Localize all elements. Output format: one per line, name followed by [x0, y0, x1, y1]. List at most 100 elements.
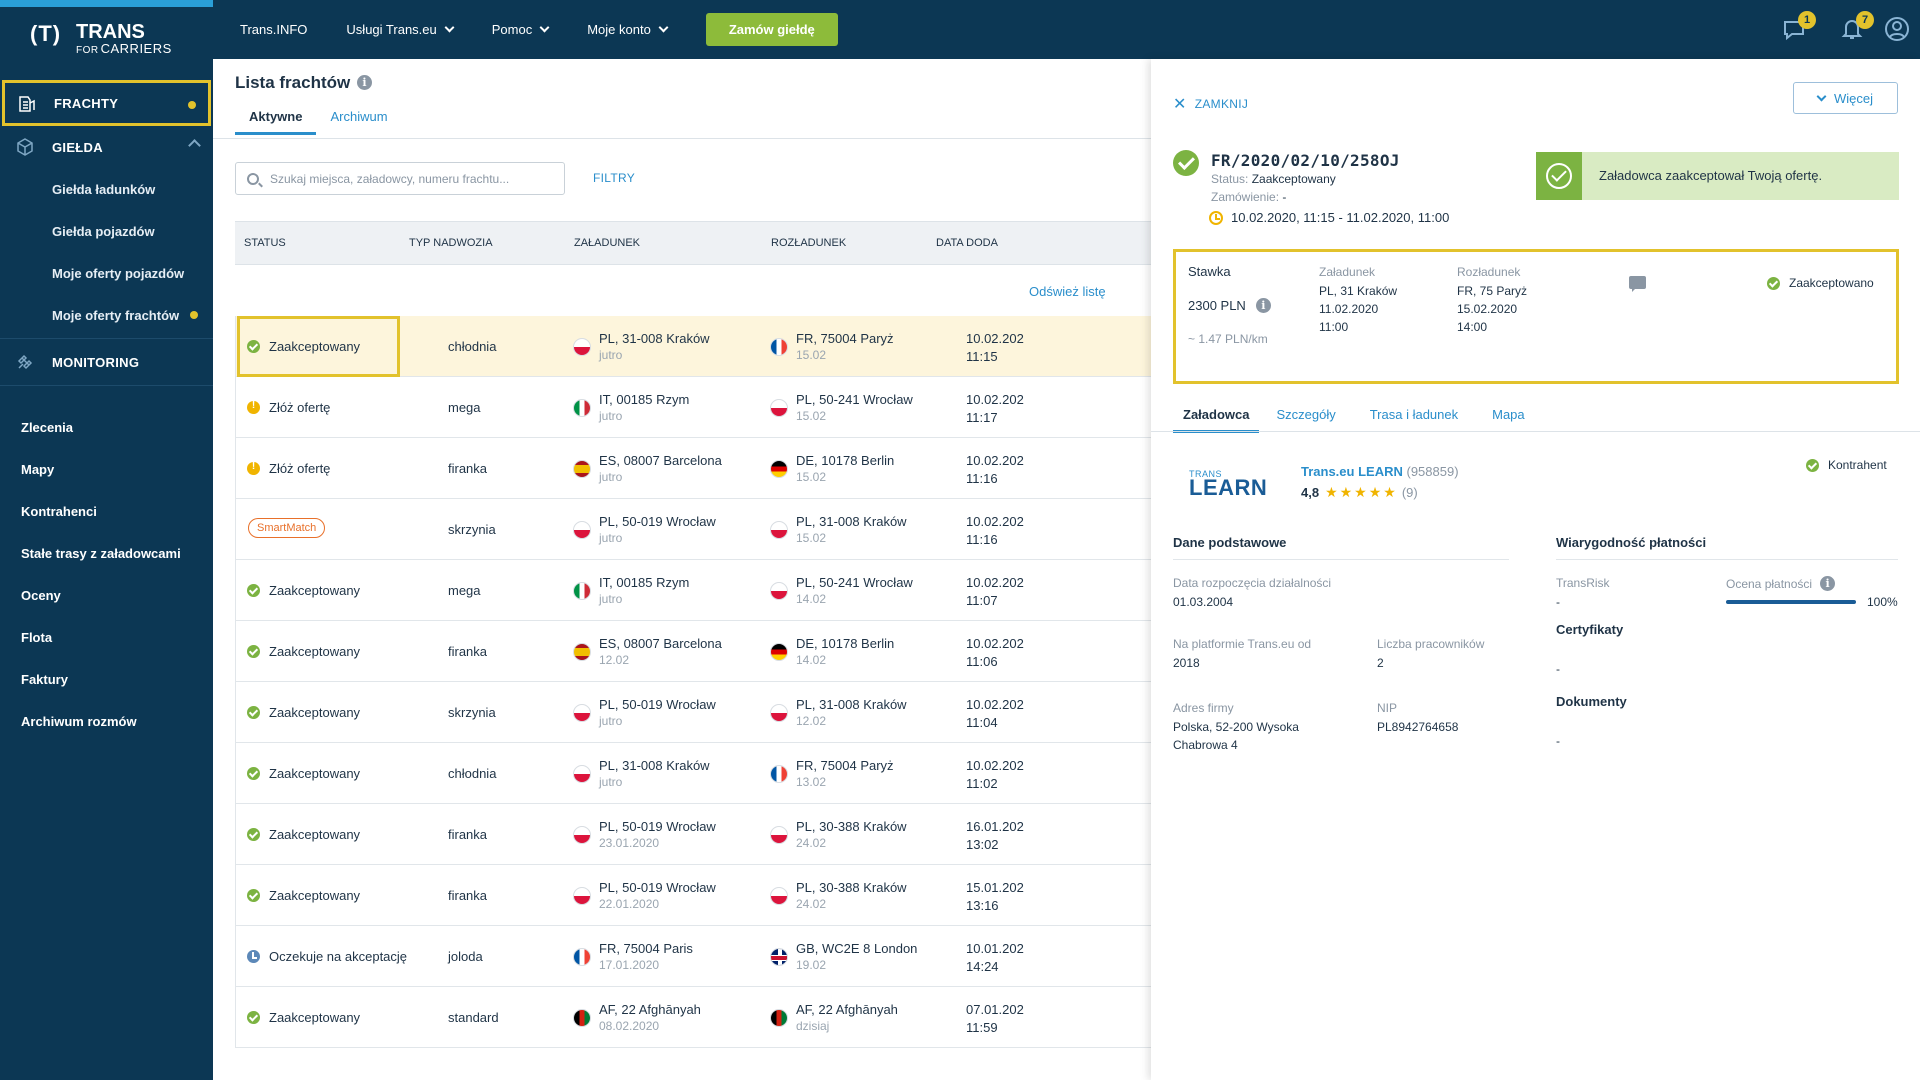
user-avatar-icon[interactable]	[1884, 16, 1910, 42]
topnav-pomoc[interactable]: Pomoc	[492, 22, 550, 37]
loading-cell: PL, 31-008 Kraków jutro	[573, 757, 710, 791]
date-added-date: 15.01.202	[966, 880, 1024, 895]
column-header-status[interactable]: STATUS	[244, 237, 286, 249]
status-cell: Oczekuje na akceptację	[247, 949, 407, 964]
unloading-place: FR, 75004 Paryż	[796, 758, 894, 773]
search-input[interactable]	[270, 163, 560, 194]
unloading-cell: PL, 31-008 Kraków 12.02	[770, 696, 907, 730]
table-row[interactable]: SmartMatch skrzynia PL, 50-019 Wrocław jutr…	[235, 499, 1151, 560]
table-row[interactable]: Zaakceptowany standard AF, 22 Afghānyah 08.…	[235, 987, 1151, 1048]
sidebar-item-oceny[interactable]: Oceny	[0, 574, 213, 616]
sidebar-item-kontrahenci[interactable]: Kontrahenci	[0, 490, 213, 532]
date-added-date: 10.02.202	[966, 697, 1024, 712]
table-row[interactable]: Zaakceptowany skrzynia PL, 50-019 Wrocław j…	[235, 682, 1151, 743]
column-header-date-added[interactable]: DATA DODA	[936, 237, 998, 249]
nip-value: PL8942764658	[1377, 720, 1459, 734]
page-title: Lista frachtów i	[235, 73, 372, 93]
chevron-up-icon	[188, 139, 201, 152]
unloading-date: 15.02	[796, 348, 827, 362]
flag-pl-icon	[770, 826, 788, 844]
unloading-date: 19.02	[796, 958, 827, 972]
box-icon	[17, 138, 33, 156]
topnav-uslugi[interactable]: Usługi Trans.eu	[346, 22, 455, 37]
top-navbar: Trans.INFO Usługi Trans.eu Pomoc Moje ko…	[213, 0, 1920, 59]
sidebar-subitem-gielda-ladunkow[interactable]: Giełda ładunków	[0, 168, 213, 210]
table-row[interactable]: Złóż ofertę mega IT, 00185 Rzym jutro PL, 50…	[235, 377, 1151, 438]
info-icon[interactable]: i	[357, 75, 372, 90]
table-row[interactable]: Oczekuje na akceptację joloda FR, 75004 Pa…	[235, 926, 1151, 987]
table-row[interactable]: Zaakceptowany chłodnia PL, 31-008 Kraków ju…	[235, 316, 1151, 377]
tab-zaladowca[interactable]: Załadowca	[1173, 407, 1260, 433]
loading-place: IT, 00185 Rzym	[599, 575, 690, 590]
flag-af-icon	[573, 1009, 591, 1027]
close-button[interactable]: ✕ ZAMKNIJ	[1173, 94, 1248, 114]
unloading-date: 15.02	[796, 470, 827, 484]
table-row[interactable]: Zaakceptowany firanka PL, 50-019 Wrocław 23…	[235, 804, 1151, 865]
info-icon[interactable]: i	[1820, 576, 1836, 591]
more-dropdown-button[interactable]: Więcej	[1793, 82, 1898, 114]
column-header-loading[interactable]: ZAŁADUNEK	[574, 237, 640, 249]
body-type-cell: joloda	[448, 949, 483, 964]
tab-szczegoly[interactable]: Szczegóły	[1259, 407, 1352, 433]
trans-logo[interactable]: (T) TRANS FOR CARRIERS	[0, 7, 213, 59]
loading-date: jutro	[599, 775, 623, 789]
alert-message: Załadowca zaakceptował Twoją ofertę.	[1599, 168, 1823, 183]
sidebar-item-stale-trasy[interactable]: Stałe trasy z załadowcami	[0, 532, 213, 574]
loading-place: PL, 31-008 Kraków	[599, 331, 710, 346]
sidebar-item-faktury[interactable]: Faktury	[0, 658, 213, 700]
unloading-date: 15.02	[796, 409, 827, 423]
tab-mapa[interactable]: Mapa	[1475, 407, 1542, 433]
date-added-time: 14:24	[966, 959, 999, 974]
sidebar-item-gielda[interactable]: GIEŁDA	[0, 126, 213, 168]
sidebar-item-monitoring[interactable]: MONITORING	[0, 341, 213, 383]
sidebar-item-archiwum-rozmow[interactable]: Archiwum rozmów	[0, 700, 213, 742]
check-icon	[247, 767, 260, 780]
sidebar-item-zlecenia[interactable]: Zlecenia	[0, 406, 213, 448]
sidebar-item-flota[interactable]: Flota	[0, 616, 213, 658]
topnav-trans-info[interactable]: Trans.INFO	[240, 22, 307, 37]
info-icon[interactable]: i	[1255, 298, 1271, 313]
unloading-cell: PL, 30-388 Kraków 24.02	[770, 879, 907, 913]
topnav-label: Moje konto	[587, 22, 651, 37]
new-indicator-dot	[188, 101, 196, 109]
column-header-unloading[interactable]: ROZŁADUNEK	[771, 237, 846, 249]
table-row[interactable]: Zaakceptowany firanka PL, 50-019 Wrocław 22…	[235, 865, 1151, 926]
sidebar-subitem-moje-oferty-pojazdow[interactable]: Moje oferty pojazdów	[0, 252, 213, 294]
search-icon	[247, 173, 259, 185]
sidebar-subitem-moje-oferty-frachtow[interactable]: Moje oferty frachtów	[0, 294, 213, 336]
tab-trasa-i-ladunek[interactable]: Trasa i ładunek	[1353, 407, 1475, 433]
smartmatch-badge[interactable]: SmartMatch	[248, 518, 326, 538]
check-icon	[1806, 458, 1819, 472]
table-row[interactable]: Zaakceptowany firanka ES, 08007 Barcelona 1…	[235, 621, 1151, 682]
rate-label: Stawka	[1188, 264, 1231, 279]
employees-label: Liczba pracowników	[1377, 637, 1485, 651]
date-added-cell: 10.01.202 14:24	[966, 940, 1024, 976]
status-text: Zaakceptowany	[269, 705, 361, 720]
filters-button[interactable]: FILTRY	[593, 171, 635, 185]
flag-fr-icon	[573, 948, 591, 966]
order-exchange-button[interactable]: Zamów giełdę	[705, 13, 838, 46]
payment-score-value: 100%	[1867, 595, 1898, 609]
tab-archiwum[interactable]: Archiwum	[316, 109, 401, 135]
sidebar-item-mapy[interactable]: Mapy	[0, 448, 213, 490]
column-header-body-type[interactable]: TYP NADWOZIA	[409, 237, 493, 249]
unloading-date: 24.02	[796, 836, 827, 850]
status-cell: Zaakceptowany	[247, 705, 360, 720]
body-type-cell: firanka	[448, 827, 488, 842]
chat-icon[interactable]	[1629, 276, 1646, 292]
flag-pl-icon	[770, 704, 788, 722]
tab-aktywne[interactable]: Aktywne	[235, 109, 317, 135]
sidebar-subitem-gielda-pojazdow[interactable]: Giełda pojazdów	[0, 210, 213, 252]
sidebar-item-frachty[interactable]: FRACHTY	[2, 80, 211, 126]
company-name-link[interactable]: Trans.eu LEARN	[1301, 464, 1403, 479]
table-row[interactable]: Zaakceptowany mega IT, 00185 Rzym jutro PL, …	[235, 560, 1151, 621]
refresh-list-link[interactable]: Odśwież listę	[1029, 284, 1106, 299]
freight-list-view: Lista frachtówi Aktywne Archiwum FILTRY …	[213, 59, 1151, 1080]
table-row[interactable]: Zaakceptowany chłodnia PL, 31-008 Kraków ju…	[235, 743, 1151, 804]
table-row[interactable]: Złóż ofertę firanka ES, 08007 Barcelona jut…	[235, 438, 1151, 499]
review-count[interactable]: (9)	[1402, 485, 1418, 500]
date-added-time: 11:07	[966, 593, 998, 608]
topnav-moje-konto[interactable]: Moje konto	[587, 22, 669, 37]
status-label: Status:	[1211, 172, 1249, 186]
certificates-title: Certyfikaty	[1556, 622, 1624, 637]
